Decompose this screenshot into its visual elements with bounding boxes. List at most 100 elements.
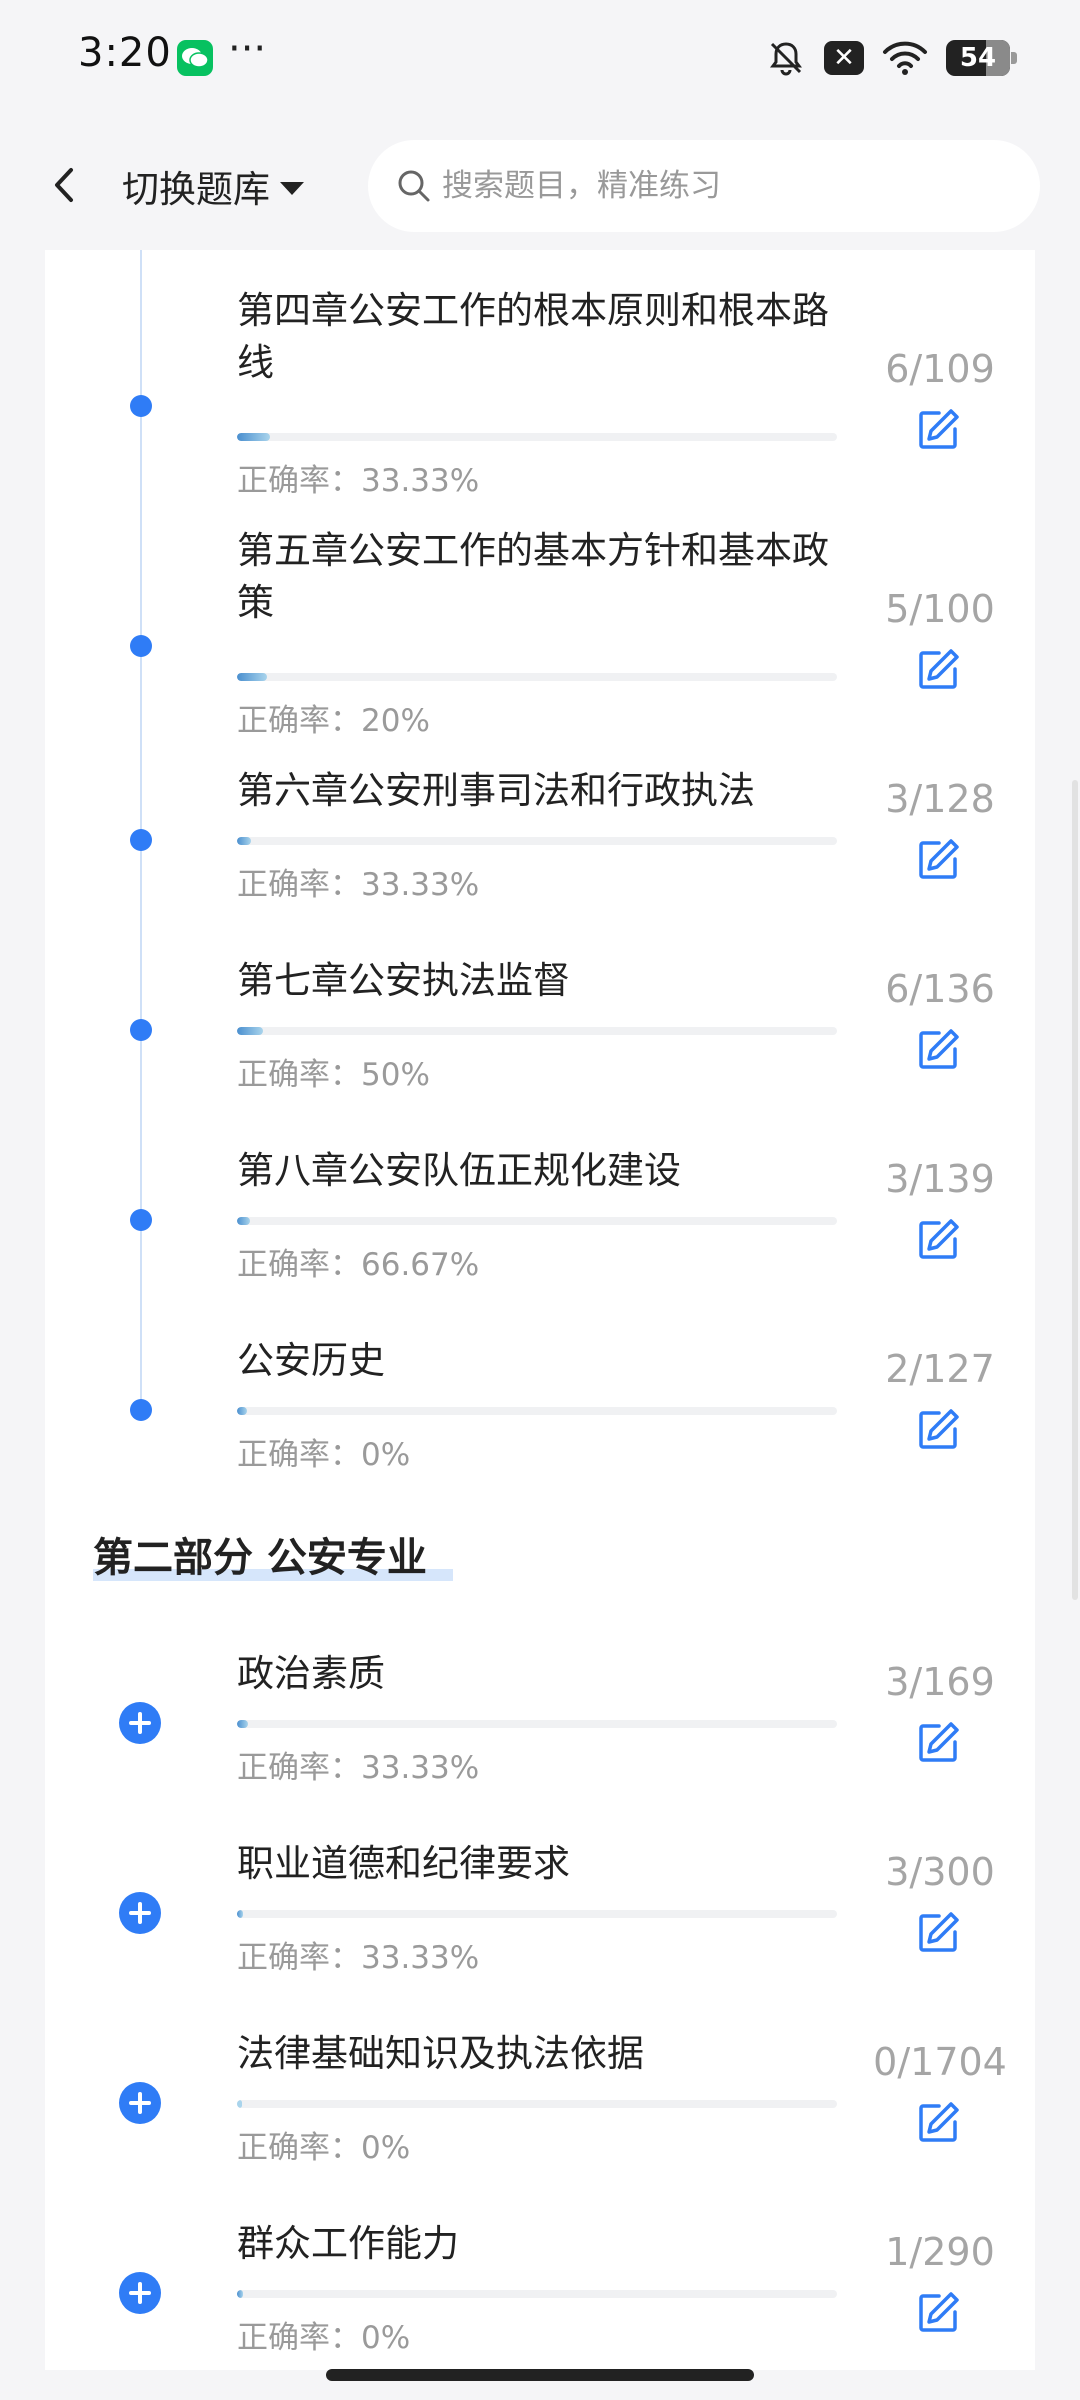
chapter-row[interactable]: 第六章公安刑事司法和行政执法正确率：33.33% 3/128 (45, 765, 1035, 915)
practice-edit-icon[interactable] (915, 1217, 961, 1263)
chapter-title[interactable]: 群众工作能力 (237, 2218, 837, 2270)
accuracy-text: 正确率：0% (237, 2320, 411, 2356)
status-bar: 3:20 ··· ✕ 54 (0, 0, 1080, 120)
status-icons: ✕ 54 (766, 36, 1017, 80)
question-count: 3/169 (885, 1660, 995, 1704)
progress-bar-fill (237, 1407, 247, 1415)
timeline-dot (130, 829, 152, 851)
progress-bar-fill (237, 673, 267, 681)
battery-icon: 54 (946, 40, 1017, 76)
practice-edit-icon[interactable] (915, 1910, 961, 1956)
wifi-icon (883, 41, 927, 75)
expand-plus-icon[interactable] (119, 2272, 161, 2314)
progress-bar-fill (237, 1720, 248, 1728)
progress-bar (237, 1720, 837, 1728)
back-button[interactable] (40, 160, 90, 210)
search-input[interactable] (440, 167, 1004, 205)
progress-bar-fill (237, 433, 270, 441)
close-notification-icon: ✕ (824, 41, 864, 75)
practice-edit-icon[interactable] (915, 1407, 961, 1453)
progress-bar-fill (237, 1217, 251, 1225)
status-time: 3:20 (78, 30, 172, 76)
progress-bar (237, 433, 837, 441)
wechat-notification-icon (177, 40, 213, 76)
progress-bar (237, 2290, 837, 2298)
timeline-dot (130, 635, 152, 657)
progress-bar-fill (237, 1910, 243, 1918)
practice-edit-icon[interactable] (915, 407, 961, 453)
timeline-dot (130, 1019, 152, 1041)
question-count: 6/136 (885, 967, 995, 1011)
progress-bar (237, 1407, 837, 1415)
progress-bar-fill (237, 1027, 264, 1035)
chapter-title[interactable]: 第七章公安执法监督 (237, 955, 837, 1007)
expand-plus-icon[interactable] (119, 2082, 161, 2124)
battery-level: 54 (959, 43, 997, 73)
practice-edit-icon[interactable] (915, 2290, 961, 2336)
timeline-dot (130, 1209, 152, 1231)
chapter-row[interactable]: 群众工作能力正确率：0% 1/290 (45, 2218, 1035, 2368)
scrollbar[interactable] (1072, 780, 1078, 1600)
search-icon (398, 170, 430, 202)
expand-plus-icon[interactable] (119, 1892, 161, 1934)
chapter-title[interactable]: 第五章公安工作的基本方针和基本政策 (237, 525, 837, 629)
practice-edit-icon[interactable] (915, 647, 961, 693)
switch-question-bank-label: 切换题库 (122, 168, 270, 211)
practice-edit-icon[interactable] (915, 837, 961, 883)
caret-down-icon (280, 181, 304, 195)
question-count: 0/1704 (873, 2040, 1007, 2084)
question-count: 6/109 (885, 347, 995, 391)
question-count: 1/290 (885, 2230, 995, 2274)
accuracy-text: 正确率：33.33% (237, 1750, 480, 1786)
progress-bar (237, 1217, 837, 1225)
progress-bar-fill (237, 2100, 242, 2108)
chapter-row[interactable]: 第七章公安执法监督正确率：50% 6/136 (45, 955, 1035, 1105)
chapter-row[interactable]: 政治素质正确率：33.33% 3/169 (45, 1648, 1035, 1798)
chapter-title[interactable]: 法律基础知识及执法依据 (237, 2028, 837, 2080)
switch-question-bank-button[interactable]: 切换题库 (122, 160, 304, 212)
search-bar[interactable] (368, 140, 1040, 232)
chapter-title[interactable]: 第八章公安队伍正规化建设 (237, 1145, 837, 1197)
progress-bar (237, 1027, 837, 1035)
chapter-list-card: 第四章公安工作的根本原则和根本路线正确率：33.33% 6/109 第五章公安工作的… (45, 250, 1035, 2370)
chapter-title[interactable]: 政治素质 (237, 1648, 837, 1700)
chapter-title[interactable]: 公安历史 (237, 1335, 837, 1387)
chapter-title[interactable]: 第六章公安刑事司法和行政执法 (237, 765, 837, 817)
chapter-title[interactable]: 第四章公安工作的根本原则和根本路线 (237, 285, 837, 389)
accuracy-text: 正确率：0% (237, 2130, 411, 2166)
more-notifications-icon: ··· (228, 26, 267, 72)
progress-bar-fill (237, 2290, 243, 2298)
accuracy-text: 正确率：50% (237, 1057, 430, 1093)
accuracy-text: 正确率：33.33% (237, 1940, 480, 1976)
chapter-row[interactable]: 第五章公安工作的基本方针和基本政策 正确率：20% 5/100 (45, 525, 1035, 739)
practice-edit-icon[interactable] (915, 1027, 961, 1073)
accuracy-text: 正确率：33.33% (237, 463, 480, 499)
chapter-row[interactable]: 第八章公安队伍正规化建设正确率：66.67% 3/139 (45, 1145, 1035, 1295)
chapter-row[interactable]: 公安历史 正确率：0% 2/127 (45, 1335, 1035, 1485)
home-indicator[interactable] (326, 2369, 754, 2381)
chapter-row[interactable]: 职业道德和纪律要求正确率：33.33% 3/300 (45, 1838, 1035, 1988)
chapter-title[interactable]: 职业道德和纪律要求 (237, 1838, 837, 1890)
progress-bar (237, 1910, 837, 1918)
question-count: 3/139 (885, 1157, 995, 1201)
practice-edit-icon[interactable] (915, 2100, 961, 2146)
mute-bell-icon (770, 42, 802, 76)
accuracy-text: 正确率：66.67% (237, 1247, 480, 1283)
section-title: 第二部分 公安专业 (93, 1525, 453, 1583)
timeline-dot (130, 1399, 152, 1421)
progress-bar (237, 837, 837, 845)
top-bar: 切换题库 (0, 120, 1080, 250)
section-title-text: 第二部分 公安专业 (93, 1535, 427, 1581)
expand-plus-icon[interactable] (119, 1702, 161, 1744)
practice-edit-icon[interactable] (915, 1720, 961, 1766)
progress-bar (237, 2100, 837, 2108)
chapter-row[interactable]: 第四章公安工作的根本原则和根本路线正确率：33.33% 6/109 (45, 285, 1035, 499)
accuracy-text: 正确率：20% (237, 703, 430, 739)
question-count: 3/128 (885, 777, 995, 821)
question-count: 3/300 (885, 1850, 995, 1894)
progress-bar (237, 673, 837, 681)
progress-bar-fill (237, 837, 251, 845)
accuracy-text: 正确率：0% (237, 1437, 411, 1473)
accuracy-text: 正确率：33.33% (237, 867, 480, 903)
chapter-row[interactable]: 法律基础知识及执法依据正确率：0% 0/1704 (45, 2028, 1035, 2178)
